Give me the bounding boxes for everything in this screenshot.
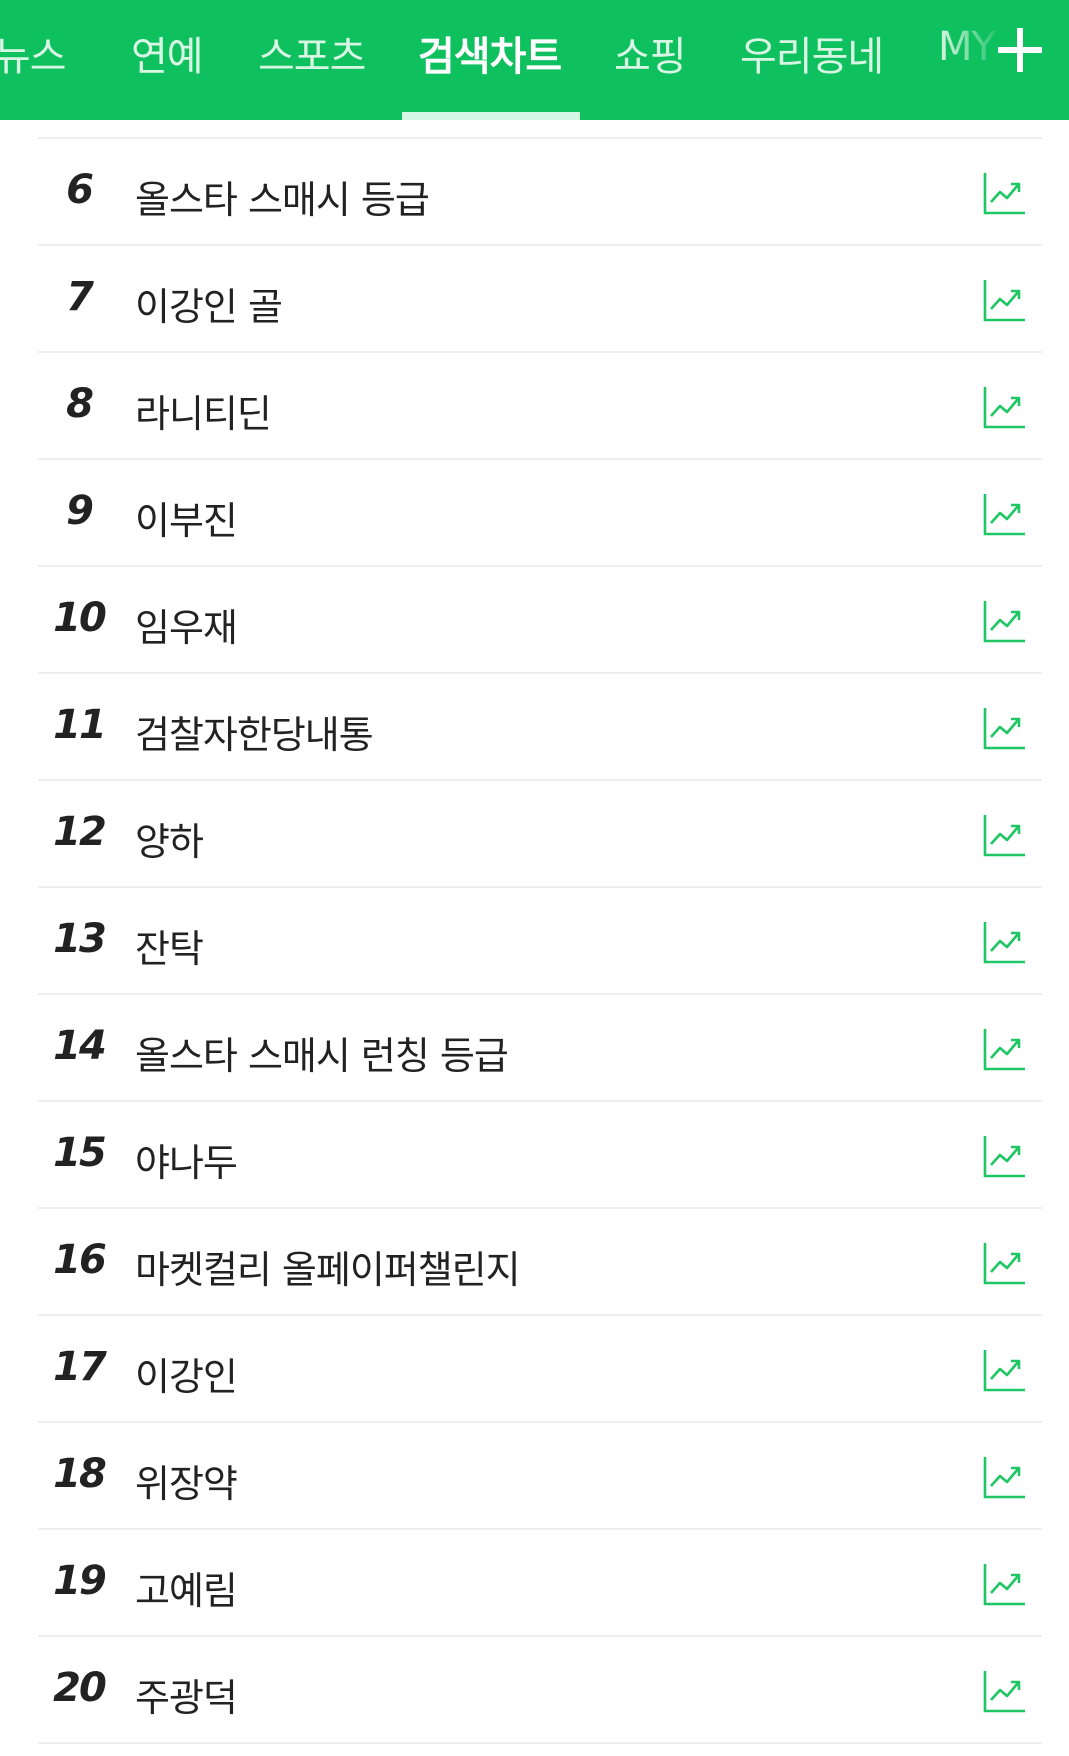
chart-row[interactable]: 14 올스타 스매시 런칭 등급	[38, 995, 1042, 1102]
rank-number: 17	[53, 1344, 107, 1390]
keyword-text[interactable]: 이강인	[135, 1346, 238, 1401]
keyword-text[interactable]: 이강인 골	[135, 276, 283, 331]
trend-chart-icon[interactable]	[983, 1455, 1027, 1499]
keyword-text[interactable]: 올스타 스매시 등급	[135, 169, 430, 224]
rank-number: 13	[53, 916, 107, 962]
rank-number: 18	[53, 1451, 107, 1497]
keyword-text[interactable]: 위장약	[135, 1453, 238, 1508]
trend-chart-icon[interactable]	[983, 1134, 1027, 1178]
chart-row[interactable]: 6 올스타 스매시 등급	[38, 139, 1042, 246]
rank-number: 9	[66, 488, 94, 534]
tab-neighborhood[interactable]: 우리동네	[740, 24, 884, 82]
chart-row[interactable]: 17 이강인	[38, 1316, 1042, 1423]
rank-number: 14	[53, 1023, 107, 1069]
top-navigation-bar: 뉴스 연예 스포츠 검색차트 쇼핑 우리동네 MY	[0, 0, 1069, 120]
list-top-divider	[38, 120, 1042, 139]
rank-number: 20	[53, 1665, 107, 1711]
keyword-text[interactable]: 야나두	[135, 1132, 238, 1187]
rank-number: 12	[53, 809, 107, 855]
chart-row[interactable]: 8 라니티딘	[38, 353, 1042, 460]
keyword-text[interactable]: 주광덕	[135, 1667, 238, 1722]
tab-news[interactable]: 뉴스	[0, 24, 67, 82]
chart-row[interactable]: 19 고예림	[38, 1530, 1042, 1637]
trend-chart-icon[interactable]	[983, 278, 1027, 322]
chart-row[interactable]: 13 잔탁	[38, 888, 1042, 995]
trend-chart-icon[interactable]	[983, 920, 1027, 964]
trend-chart-icon[interactable]	[983, 1027, 1027, 1071]
chart-row[interactable]: 16 마켓컬리 올페이퍼챌린지	[38, 1209, 1042, 1316]
rank-number: 11	[53, 702, 107, 748]
trend-chart-icon[interactable]	[983, 706, 1027, 750]
chart-row[interactable]: 20 주광덕	[38, 1637, 1042, 1744]
keyword-text[interactable]: 양하	[135, 811, 204, 866]
rank-number: 7	[66, 274, 94, 320]
chart-row[interactable]: 12 양하	[38, 781, 1042, 888]
rank-number: 8	[66, 381, 94, 427]
keyword-text[interactable]: 고예림	[135, 1560, 238, 1615]
chart-row[interactable]: 7 이강인 골	[38, 246, 1042, 353]
trend-chart-icon[interactable]	[983, 1562, 1027, 1606]
chart-row[interactable]: 18 위장약	[38, 1423, 1042, 1530]
rank-number: 10	[53, 595, 107, 641]
chart-row[interactable]: 11 검찰자한당내통	[38, 674, 1042, 781]
search-chart-list: 6 올스타 스매시 등급 7 이강인 골 8 라니티딘 9 이부진 10 임우재…	[38, 120, 1042, 1744]
tab-sports[interactable]: 스포츠	[258, 24, 366, 82]
rank-number: 6	[66, 167, 94, 213]
trend-chart-icon[interactable]	[983, 1348, 1027, 1392]
keyword-text[interactable]: 마켓컬리 올페이퍼챌린지	[135, 1239, 521, 1294]
keyword-text[interactable]: 잔탁	[135, 918, 204, 973]
plus-icon[interactable]	[998, 28, 1042, 72]
keyword-text[interactable]: 올스타 스매시 런칭 등급	[135, 1025, 509, 1080]
tab-search-chart[interactable]: 검색차트	[418, 24, 562, 82]
rank-number: 19	[53, 1558, 107, 1604]
trend-chart-icon[interactable]	[983, 813, 1027, 857]
tab-my[interactable]: MY	[938, 24, 996, 70]
tab-entertainment[interactable]: 연예	[131, 24, 204, 82]
chart-row[interactable]: 10 임우재	[38, 567, 1042, 674]
category-tabs: 뉴스 연예 스포츠 검색차트 쇼핑 우리동네 MY	[0, 0, 1069, 120]
tab-shopping[interactable]: 쇼핑	[614, 24, 687, 82]
keyword-text[interactable]: 이부진	[135, 490, 238, 545]
trend-chart-icon[interactable]	[983, 492, 1027, 536]
active-tab-indicator	[402, 112, 580, 120]
keyword-text[interactable]: 임우재	[135, 597, 238, 652]
keyword-text[interactable]: 검찰자한당내통	[135, 704, 374, 759]
trend-chart-icon[interactable]	[983, 1669, 1027, 1713]
keyword-text[interactable]: 라니티딘	[135, 383, 272, 438]
chart-row[interactable]: 15 야나두	[38, 1102, 1042, 1209]
trend-chart-icon[interactable]	[983, 1241, 1027, 1285]
trend-chart-icon[interactable]	[983, 171, 1027, 215]
rank-number: 15	[53, 1130, 107, 1176]
trend-chart-icon[interactable]	[983, 599, 1027, 643]
chart-row[interactable]: 9 이부진	[38, 460, 1042, 567]
trend-chart-icon[interactable]	[983, 385, 1027, 429]
rank-number: 16	[53, 1237, 107, 1283]
